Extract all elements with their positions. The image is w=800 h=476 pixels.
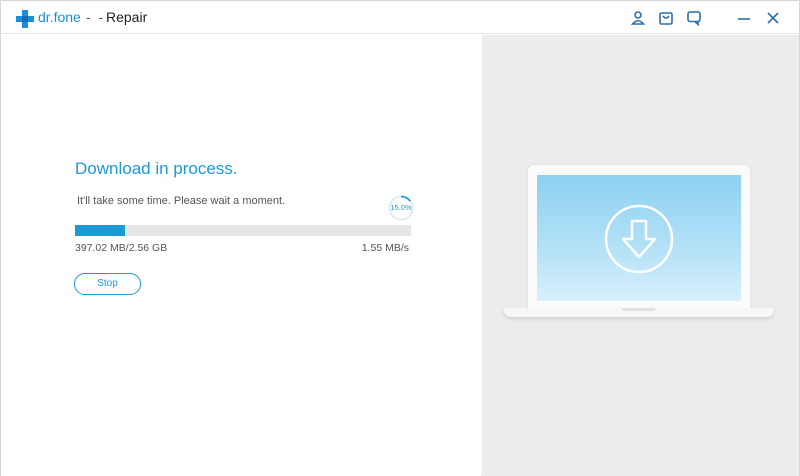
minimize-icon[interactable] <box>736 10 752 26</box>
download-panel: Download in process. It'll take some tim… <box>1 35 481 476</box>
percent-label: 15.0% <box>390 203 412 212</box>
download-arrow-icon <box>604 204 674 274</box>
laptop-screen <box>537 175 741 301</box>
app-window: dr.fone - - Repair Download in process. … <box>0 0 800 476</box>
download-subtitle: It'll take some time. Please wait a mome… <box>77 195 286 207</box>
title-separator: - - <box>86 9 106 25</box>
downloaded-size: 397.02 MB/2.56 GB <box>75 242 168 254</box>
title-bar: dr.fone - - Repair <box>1 1 799 34</box>
illustration-panel <box>482 35 799 476</box>
feedback-icon[interactable] <box>686 10 702 26</box>
cart-icon[interactable] <box>658 10 674 26</box>
drfone-logo-icon <box>16 10 34 28</box>
laptop-base <box>504 308 774 317</box>
download-progress-bar <box>75 225 411 236</box>
download-progress-fill <box>75 225 126 236</box>
laptop-notch <box>622 308 656 311</box>
download-heading: Download in process. <box>75 159 238 178</box>
user-icon[interactable] <box>630 10 646 26</box>
laptop-illustration <box>528 165 750 309</box>
brand-name: dr.fone <box>38 9 81 25</box>
module-title: Repair <box>106 9 148 25</box>
close-icon[interactable] <box>765 10 781 26</box>
download-speed: 1.55 MB/s <box>361 242 409 254</box>
stop-button[interactable]: Stop <box>74 273 141 295</box>
